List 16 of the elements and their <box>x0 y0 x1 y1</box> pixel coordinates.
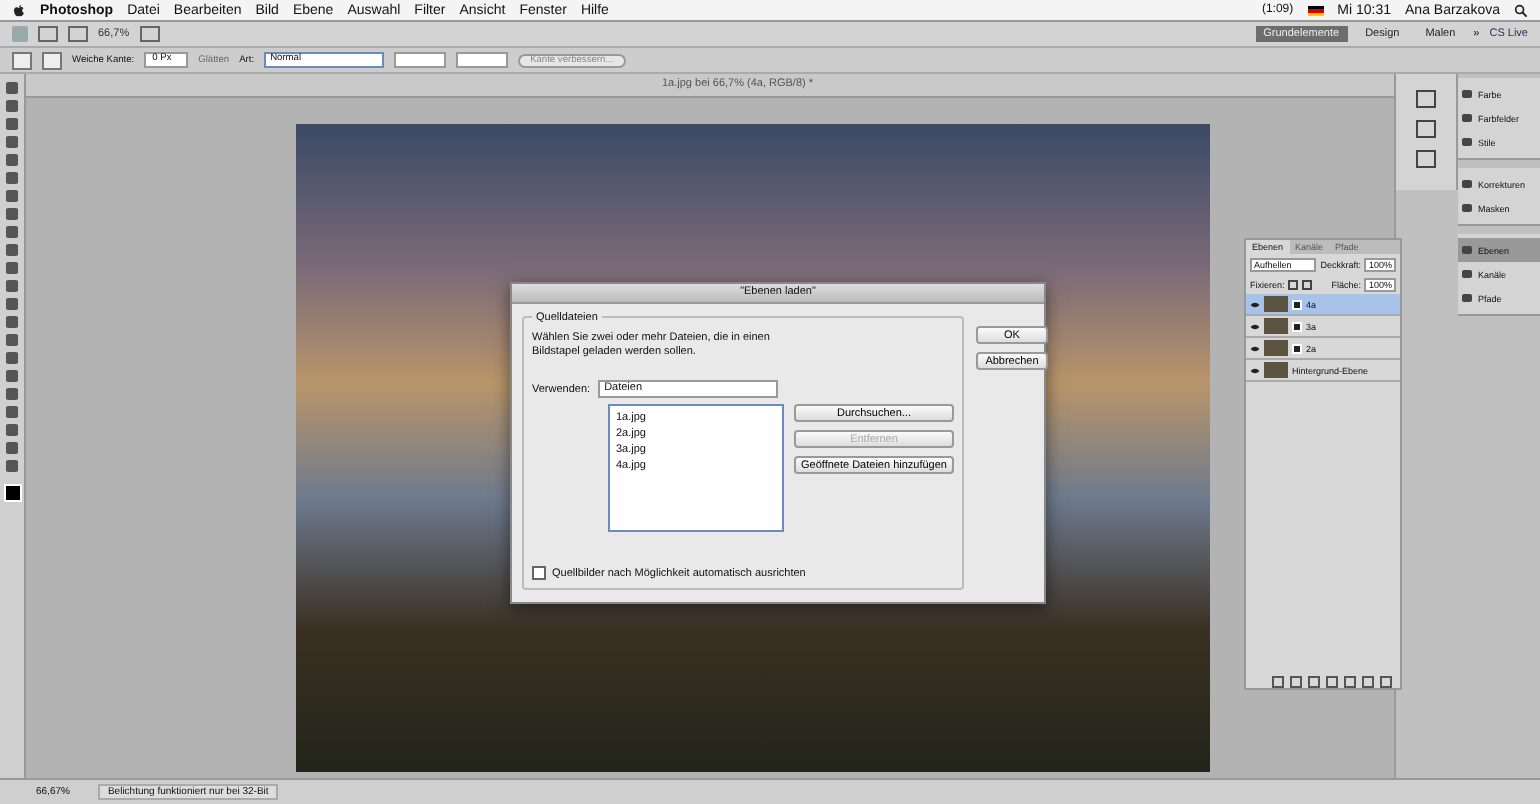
width-field[interactable] <box>394 52 447 68</box>
app-logo-icon <box>12 26 28 42</box>
checkbox[interactable] <box>532 566 546 580</box>
eye-icon[interactable] <box>1250 323 1260 329</box>
apple-icon[interactable] <box>12 3 26 17</box>
eye-icon[interactable] <box>1250 345 1260 351</box>
eye-icon[interactable] <box>1250 367 1260 373</box>
flag-icon[interactable] <box>1307 5 1324 15</box>
eye-icon[interactable] <box>1250 301 1260 307</box>
color-swatch-icon[interactable] <box>3 484 21 502</box>
height-field[interactable] <box>456 52 509 68</box>
layer-thumbnail <box>1264 318 1288 334</box>
search-icon[interactable] <box>1514 3 1528 17</box>
layer-thumbnail <box>1264 296 1288 312</box>
layer-thumbnail <box>1264 340 1288 356</box>
layer-thumbnail <box>1264 362 1288 378</box>
